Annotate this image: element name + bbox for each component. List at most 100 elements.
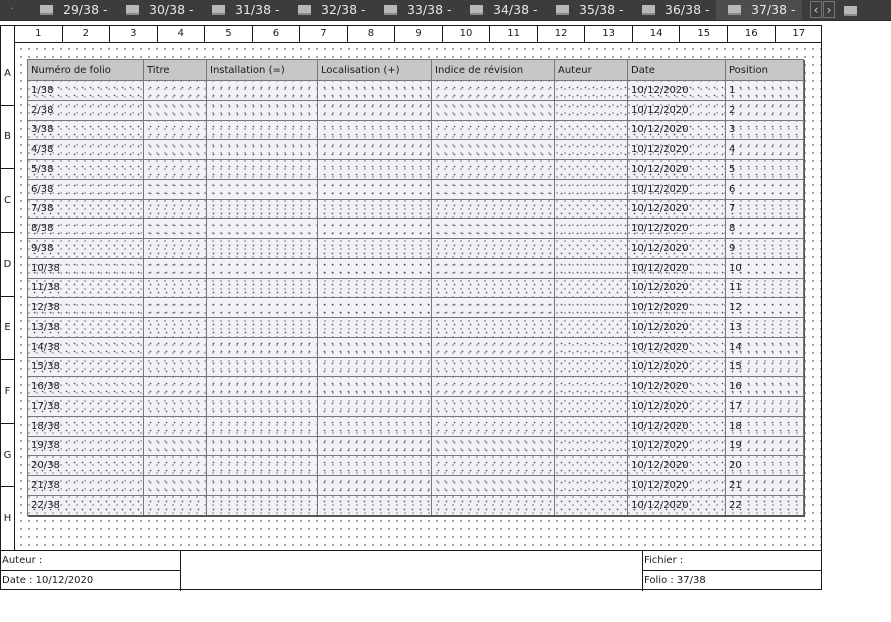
table-cell[interactable] (431, 415, 555, 436)
table-cell[interactable] (317, 415, 432, 436)
table-cell[interactable]: 19 (725, 435, 804, 456)
table-cell[interactable]: 5/38 (27, 159, 144, 180)
table-cell[interactable] (206, 238, 318, 259)
table-cell[interactable] (143, 277, 207, 298)
table-cell[interactable] (317, 336, 432, 357)
table-cell[interactable] (206, 376, 318, 397)
tab-folio[interactable]: 33/38 - (372, 0, 458, 20)
table-cell[interactable] (143, 198, 207, 219)
table-cell[interactable] (554, 336, 628, 357)
table-cell[interactable] (431, 198, 555, 219)
table-cell[interactable] (143, 317, 207, 338)
table-cell[interactable] (554, 218, 628, 239)
table-cell[interactable]: 4/38 (27, 139, 144, 160)
table-cell[interactable] (554, 238, 628, 259)
table-cell[interactable]: 21/38 (27, 475, 144, 496)
table-cell[interactable]: 10/12/2020 (627, 119, 726, 140)
table-cell[interactable]: 10/12/2020 (627, 494, 726, 516)
table-cell[interactable]: 15/38 (27, 356, 144, 377)
table-row[interactable]: 3/38 10/12/2020 3 (27, 119, 804, 140)
table-row[interactable]: 7/38 10/12/2020 7 (27, 198, 804, 219)
table-cell[interactable] (317, 119, 432, 140)
table-cell[interactable]: 8 (725, 218, 804, 239)
table-cell[interactable] (431, 336, 555, 357)
table-row[interactable]: 13/38 10/12/2020 13 (27, 317, 804, 338)
table-cell[interactable] (206, 139, 318, 160)
table-cell[interactable] (554, 435, 628, 456)
tab-folio[interactable]: 32/38 - (286, 0, 372, 20)
table-cell[interactable] (431, 317, 555, 338)
table-cell[interactable]: 13 (725, 317, 804, 338)
table-cell[interactable] (143, 415, 207, 436)
table-cell[interactable]: 16/38 (27, 376, 144, 397)
table-cell[interactable] (431, 435, 555, 456)
table-row[interactable]: 15/38 10/12/2020 15 (27, 356, 804, 377)
table-cell[interactable]: 10/12/2020 (627, 475, 726, 496)
table-cell[interactable]: 18 (725, 415, 804, 436)
table-cell[interactable] (431, 178, 555, 199)
table-cell[interactable] (317, 356, 432, 377)
table-cell[interactable] (143, 159, 207, 180)
table-cell[interactable] (206, 218, 318, 239)
table-cell[interactable] (317, 376, 432, 397)
table-cell[interactable] (431, 257, 555, 278)
table-cell[interactable] (317, 238, 432, 259)
table-cell[interactable] (431, 238, 555, 259)
table-row[interactable]: 21/38 10/12/2020 21 (27, 475, 804, 496)
table-cell[interactable] (206, 396, 318, 417)
table-cell[interactable] (317, 218, 432, 239)
table-cell[interactable]: 17 (725, 396, 804, 417)
table-cell[interactable] (206, 317, 318, 338)
table-cell[interactable]: 16 (725, 376, 804, 397)
table-cell[interactable]: 10/12/2020 (627, 376, 726, 397)
table-cell[interactable] (431, 396, 555, 417)
tab-folio[interactable]: 30/38 - (114, 0, 200, 20)
table-cell[interactable] (554, 198, 628, 219)
table-cell[interactable] (143, 139, 207, 160)
table-cell[interactable]: 10 (725, 257, 804, 278)
table-cell[interactable]: 6 (725, 178, 804, 199)
table-cell[interactable] (143, 99, 207, 120)
table-cell[interactable] (431, 277, 555, 298)
table-cell[interactable]: 10/12/2020 (627, 80, 726, 101)
tab-folio[interactable]: 36/38 - (630, 0, 716, 20)
table-cell[interactable] (431, 139, 555, 160)
table-cell[interactable] (317, 277, 432, 298)
table-row[interactable]: 22/38 10/12/2020 22 (27, 494, 804, 516)
table-cell[interactable]: 10/12/2020 (627, 435, 726, 456)
table-row[interactable]: 9/38 10/12/2020 9 (27, 238, 804, 259)
table-cell[interactable]: 2 (725, 99, 804, 120)
table-cell[interactable] (143, 238, 207, 259)
table-cell[interactable]: 7 (725, 198, 804, 219)
drawing-area[interactable]: Numéro de folio Titre Installation (=) Loca… (15, 43, 821, 549)
table-row[interactable]: 12/38 10/12/2020 12 (27, 297, 804, 318)
table-cell[interactable] (431, 455, 555, 476)
table-cell[interactable] (431, 99, 555, 120)
table-cell[interactable] (143, 376, 207, 397)
table-cell[interactable] (554, 317, 628, 338)
table-cell[interactable] (206, 435, 318, 456)
table-cell[interactable] (431, 159, 555, 180)
table-row[interactable]: 8/38 10/12/2020 8 (27, 218, 804, 239)
table-cell[interactable] (143, 435, 207, 456)
table-cell[interactable]: 18/38 (27, 415, 144, 436)
table-cell[interactable] (143, 455, 207, 476)
table-cell[interactable] (554, 376, 628, 397)
table-cell[interactable] (554, 178, 628, 199)
table-cell[interactable]: 10/12/2020 (627, 99, 726, 120)
table-cell[interactable]: 10/38 (27, 257, 144, 278)
table-cell[interactable] (143, 396, 207, 417)
table-cell[interactable] (317, 159, 432, 180)
table-cell[interactable]: 9/38 (27, 238, 144, 259)
table-cell[interactable] (554, 119, 628, 140)
table-cell[interactable] (206, 494, 318, 516)
table-cell[interactable] (554, 494, 628, 516)
table-cell[interactable]: 3/38 (27, 119, 144, 140)
table-cell[interactable] (143, 119, 207, 140)
table-cell[interactable]: 11/38 (27, 277, 144, 298)
tab-folio[interactable]: 34/38 - (458, 0, 544, 20)
table-cell[interactable] (143, 475, 207, 496)
table-cell[interactable] (554, 277, 628, 298)
table-cell[interactable]: 14/38 (27, 336, 144, 357)
table-cell[interactable] (143, 336, 207, 357)
